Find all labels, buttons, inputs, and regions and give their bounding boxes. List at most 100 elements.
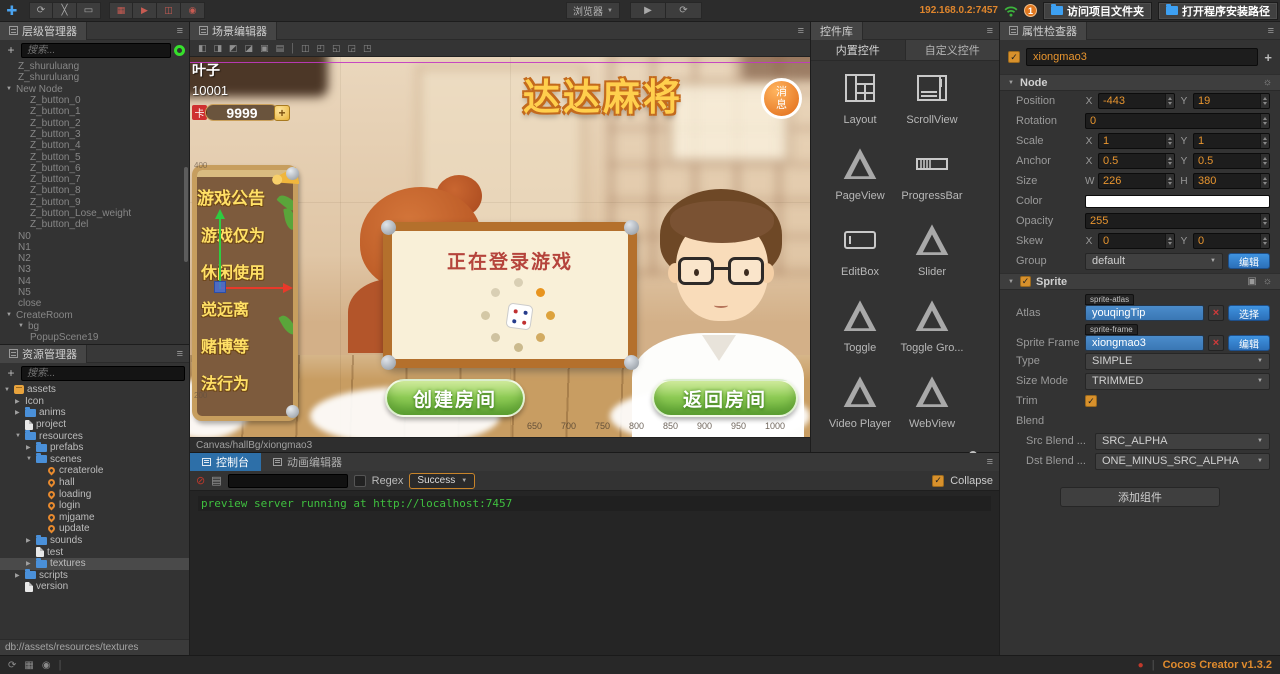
panel-menu-icon[interactable]: ≡ [1268,25,1274,37]
hierarchy-search-input[interactable] [21,42,171,58]
asset-item[interactable]: ▶ textures [0,557,189,570]
expand-arrow-icon[interactable]: ▶ [26,560,33,567]
align-tool-icon-4[interactable]: ▣ [260,43,269,54]
hierarchy-item[interactable]: Z_button_5 [0,151,189,163]
panel-menu-icon[interactable]: ≡ [987,456,993,468]
rotate-tool-button[interactable]: ⟳ [29,2,53,19]
size-mode-dropdown[interactable]: TRIMMED ▼ [1085,372,1270,390]
widget-library-tab[interactable]: 控件库 [811,21,863,40]
copy-icon[interactable]: ▣ [1247,276,1256,287]
rotation-input[interactable]: 0 [1085,113,1270,129]
gizmo-x-axis-icon[interactable] [283,283,293,293]
asset-item[interactable]: login [0,500,189,512]
asset-item[interactable]: ▼ resources [0,430,189,442]
expand-arrow-icon[interactable]: ▶ [26,444,33,451]
widget-item[interactable]: PageView [827,143,893,219]
gizmo-x-axis[interactable] [221,287,283,289]
select-atlas-button[interactable]: 选择 [1228,305,1270,321]
collapse-checkbox[interactable]: ✓ [932,474,945,487]
hierarchy-item[interactable]: N5 [0,287,189,298]
hierarchy-item[interactable]: N4 [0,276,189,287]
hierarchy-item[interactable]: N3 [0,264,189,275]
sprite-section-header[interactable]: ▼ ✓ Sprite ▣ ☼ [1000,273,1280,290]
asset-item[interactable]: ▶ sounds [0,534,189,547]
asset-item[interactable]: ▶ scripts [0,569,189,582]
console-filter-input[interactable] [227,473,348,488]
align-tool-icon-1[interactable]: ◨ [214,43,223,54]
position-y-input[interactable]: 19 [1193,93,1270,109]
hierarchy-item[interactable]: Z_button_2 [0,117,189,129]
trim-checkbox[interactable]: ✓ [1085,395,1097,407]
expand-arrow-icon[interactable]: ▼ [1008,279,1015,285]
spinner-icon[interactable] [1260,174,1269,188]
scene-canvas[interactable]: 叶子 10001 卡 9999 + 达达麻将 消息 游戏公告 游戏仅为 休闲使用… [190,57,810,437]
widget-item[interactable]: Video Player [827,371,893,447]
asset-item[interactable]: ▼ scenes [0,453,189,466]
widget-item[interactable]: Slider [893,219,971,295]
hierarchy-item[interactable]: Z_button_3 [0,129,189,140]
panel-menu-icon[interactable]: ≡ [177,348,183,360]
align-tool-icon-0[interactable]: ◧ [198,43,207,54]
clear-sprite-frame-button[interactable]: × [1208,335,1224,351]
widget-item[interactable]: Toggle Gro... [893,295,971,371]
asset-item[interactable]: update [0,523,189,535]
asset-item[interactable]: mjgame [0,512,189,524]
hierarchy-item[interactable]: Z_button_Lose_weight [0,208,189,219]
tab-animation-editor[interactable]: 动画编辑器 [261,453,354,471]
align-tool-icon-9[interactable]: ◱ [332,43,341,54]
hierarchy-item[interactable]: Z_button_del [0,219,189,230]
expand-arrow-icon[interactable]: ▼ [6,312,13,318]
asset-item[interactable]: ▶ anims [0,406,189,419]
trash-icon[interactable]: ▦ [24,660,33,671]
spinner-icon[interactable] [1260,214,1269,228]
hierarchy-item[interactable]: Z_shuruluang [0,72,189,83]
panel-menu-icon[interactable]: ≡ [987,25,993,37]
color-swatch[interactable] [1085,194,1270,208]
size-w-input[interactable]: 226 [1098,173,1175,189]
panel-menu-icon[interactable]: ≡ [798,25,804,37]
hierarchy-item[interactable]: Z_button_9 [0,197,189,208]
align-tool-icon-2[interactable]: ◩ [229,43,238,54]
skew-y-input[interactable]: 0 [1193,233,1270,249]
size-h-input[interactable]: 380 [1193,173,1270,189]
assets-tab[interactable]: 资源管理器 [0,344,87,363]
hierarchy-tab[interactable]: 层级管理器 [0,21,87,40]
asset-item[interactable]: version [0,581,189,593]
plugin-button-4[interactable]: ◉ [181,2,205,19]
add-icon[interactable]: + [1264,50,1272,65]
asset-item[interactable]: loading [0,488,189,500]
notification-badge[interactable]: 1 [1024,4,1037,17]
sprite-enabled-checkbox[interactable]: ✓ [1020,276,1031,287]
hierarchy-item[interactable]: Z_button_0 [0,95,189,106]
refresh-button[interactable]: ⟳ [666,2,702,19]
expand-arrow-icon[interactable]: ▼ [18,323,25,329]
clear-atlas-button[interactable]: × [1208,305,1224,321]
create-node-button[interactable]: + [4,43,18,57]
hierarchy-item[interactable]: close [0,298,189,309]
asset-item[interactable]: project [0,419,189,431]
node-name-input[interactable]: xiongmao3 [1026,48,1259,66]
plugin-button-3[interactable]: ◫ [157,2,181,19]
asset-item[interactable]: test [0,546,189,558]
align-tool-icon-11[interactable]: ◳ [363,43,372,54]
gizmo-y-axis-icon[interactable] [215,209,225,219]
widget-item[interactable]: EditBox [827,219,893,295]
spinner-icon[interactable] [1260,94,1269,108]
spinner-icon[interactable] [1260,154,1269,168]
expand-arrow-icon[interactable]: ▶ [26,537,33,544]
hierarchy-item[interactable]: N1 [0,242,189,253]
log-level-dropdown[interactable]: Success ▼ [409,472,476,489]
align-tool-icon-7[interactable]: ◫ [301,43,310,54]
hierarchy-item[interactable]: PopupScene19 [0,332,189,343]
group-dropdown[interactable]: default ▼ [1085,252,1223,270]
open-project-folder-button[interactable]: 访问项目文件夹 [1043,1,1152,20]
preview-target-dropdown[interactable]: 浏览器 ▼ [566,2,620,19]
plugin-button-1[interactable]: ▦ [109,2,133,19]
hierarchy-item[interactable]: N2 [0,253,189,264]
expand-arrow-icon[interactable]: ▶ [15,398,22,405]
expand-arrow-icon[interactable]: ▼ [4,387,11,393]
assets-search-input[interactable] [21,365,185,381]
hierarchy-item[interactable]: ▼ CreateRoom [0,310,189,321]
hierarchy-item[interactable]: ▼ New Node [0,84,189,95]
asset-item[interactable]: ▼ assets [0,384,189,396]
